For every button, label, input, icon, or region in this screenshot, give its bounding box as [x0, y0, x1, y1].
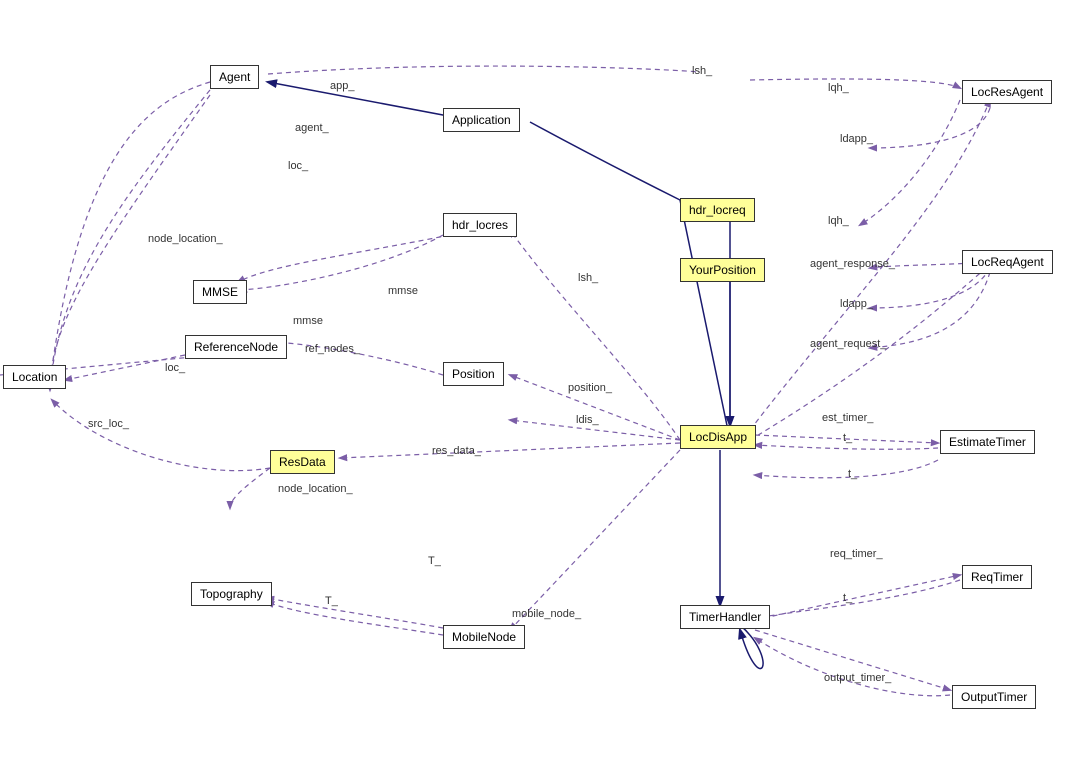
label-t2: t_ [848, 468, 857, 480]
label-mobile-node: mobile_node_ [512, 608, 581, 620]
label-ldapp2: ldapp_ [840, 298, 873, 310]
diagram-container: Agent Application hdr_locres MMSE Refere… [0, 0, 1080, 761]
label-node-location2: node_location_ [278, 483, 353, 495]
label-T2: T_ [325, 595, 338, 607]
label-lqh1: lqh_ [828, 82, 849, 94]
label-lqh2: lqh_ [828, 215, 849, 227]
node-referencenode: ReferenceNode [185, 335, 287, 359]
node-resdata: ResData [270, 450, 335, 474]
label-position: position_ [568, 382, 612, 394]
node-position: Position [443, 362, 504, 386]
node-locdisapp: LocDisApp [680, 425, 756, 449]
label-t3: t_ [843, 592, 852, 604]
label-req-timer: req_timer_ [830, 548, 883, 560]
label-src-loc: src_loc_ [88, 418, 129, 430]
label-est-timer: est_timer_ [822, 412, 873, 424]
label-lsh2: lsh_ [692, 65, 712, 77]
node-location: Location [3, 365, 66, 389]
label-output-timer: output_timer_ [824, 672, 891, 684]
label-app: app_ [330, 80, 354, 92]
node-timerhandler: TimerHandler [680, 605, 770, 629]
node-locreqagent: LocReqAgent [962, 250, 1053, 274]
label-node-location: node_location_ [148, 233, 223, 245]
node-mmse: MMSE [193, 280, 247, 304]
node-estimatetimer: EstimateTimer [940, 430, 1035, 454]
label-res-data: res_data_ [432, 445, 481, 457]
node-topography: Topography [191, 582, 272, 606]
label-agent-request: agent_request_ [810, 338, 886, 350]
node-outputtimer: OutputTimer [952, 685, 1036, 709]
label-agent-response: agent_response_ [810, 258, 895, 270]
node-locresagent: LocResAgent [962, 80, 1052, 104]
label-mmse1: mmse [388, 285, 418, 297]
label-T1: T_ [428, 555, 441, 567]
label-agent: agent_ [295, 122, 329, 134]
label-t1: t_ [843, 432, 852, 444]
arrows-svg [0, 0, 1080, 761]
node-agent: Agent [210, 65, 259, 89]
node-hdr-locreq: hdr_locreq [680, 198, 755, 222]
node-mobilenode: MobileNode [443, 625, 525, 649]
label-ldis: ldis_ [576, 414, 599, 426]
label-mmse2: mmse [293, 315, 323, 327]
label-lsh1: lsh_ [578, 272, 598, 284]
label-ldapp1: ldapp_ [840, 133, 873, 145]
node-application: Application [443, 108, 520, 132]
label-ref-nodes: ref_nodes_ [305, 343, 360, 355]
node-yourposition: YourPosition [680, 258, 765, 282]
label-loc2: loc_ [165, 362, 185, 374]
node-hdr-locres: hdr_locres [443, 213, 517, 237]
label-loc1: loc_ [288, 160, 308, 172]
node-reqtimer: ReqTimer [962, 565, 1032, 589]
